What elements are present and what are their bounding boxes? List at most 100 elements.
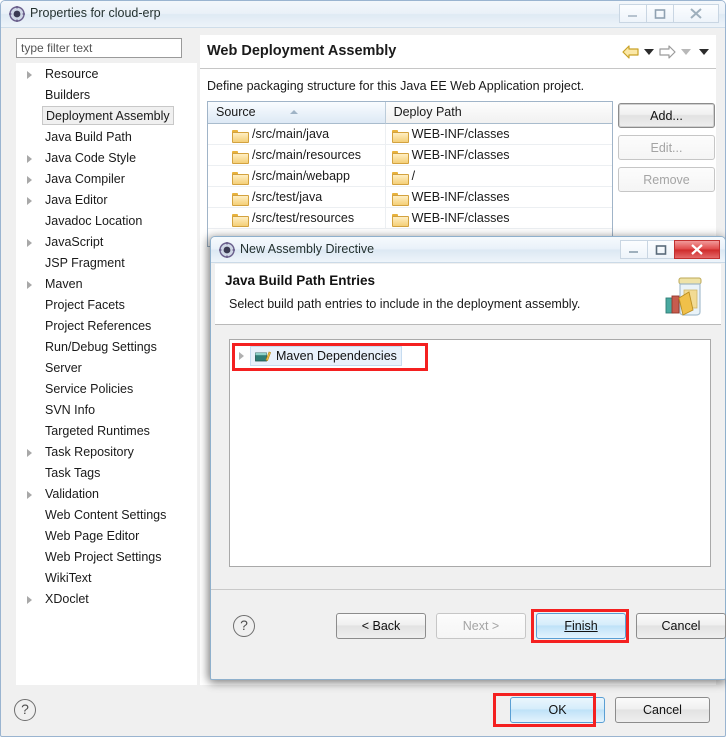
folder-icon [391,171,409,185]
sidebar-item-label: XDoclet [45,592,89,606]
cell-source-label: /src/main/java [252,127,330,141]
minimize-icon[interactable] [619,4,647,23]
sidebar-item-svn-info[interactable]: SVN Info [17,400,196,421]
sidebar-item-web-page-editor[interactable]: Web Page Editor [17,526,196,547]
chevron-right-icon[interactable] [27,71,32,79]
dialog-minimize-icon[interactable] [620,240,648,259]
properties-window-title: Properties for cloud-erp [30,6,161,20]
sidebar-item-label: Java Editor [45,193,108,207]
eclipse-properties-icon [9,6,25,22]
cell-deploy-path-label: WEB-INF/classes [411,127,510,141]
sidebar-item-java-compiler[interactable]: Java Compiler [17,169,196,190]
sidebar-item-task-tags[interactable]: Task Tags [17,463,196,484]
maximize-icon[interactable] [646,4,674,23]
sidebar-item-targeted-runtimes[interactable]: Targeted Runtimes [17,421,196,442]
chevron-right-icon[interactable] [27,491,32,499]
back-menu-chevron-down-icon[interactable] [644,49,654,55]
tree-item-label: Maven Dependencies [276,348,397,363]
preferences-tree[interactable]: Resource Builders Deployment Assembly Java … [16,63,197,685]
sidebar-item-web-content-settings[interactable]: Web Content Settings [17,505,196,526]
chevron-right-icon[interactable] [239,352,244,360]
sidebar-item-java-editor[interactable]: Java Editor [17,190,196,211]
sidebar-item-deployment-assembly[interactable]: Deployment Assembly [17,106,196,127]
table-row[interactable]: /src/main/java WEB-INF/classes [208,124,612,145]
dialog-window-controls [620,240,720,259]
folder-icon [391,129,409,143]
folder-icon [391,192,409,206]
view-menu-chevron-down-icon[interactable] [699,49,709,55]
forward-menu-chevron-down-icon [681,49,691,55]
dialog-maximize-icon[interactable] [647,240,675,259]
chevron-right-icon[interactable] [27,239,32,247]
dialog-titlebar[interactable]: New Assembly Directive [211,237,725,263]
dialog-help-question-icon[interactable]: ? [233,615,255,637]
back-button[interactable]: < Back [336,613,426,639]
properties-window-controls [619,4,719,23]
table-row[interactable]: /src/main/webapp / [208,166,612,187]
sidebar-item-run-debug-settings[interactable]: Run/Debug Settings [17,337,196,358]
cell-source-label: /src/test/resources [252,211,355,225]
properties-titlebar[interactable]: Properties for cloud-erp [1,1,725,28]
column-header-deploy-path-label: Deploy Path [393,105,462,119]
finish-button[interactable]: Finish [536,613,626,639]
forward-arrow-icon[interactable] [659,45,676,59]
table-row[interactable]: /src/test/resources WEB-INF/classes [208,208,612,229]
sidebar-item-service-policies[interactable]: Service Policies [17,379,196,400]
sidebar-item-java-code-style[interactable]: Java Code Style [17,148,196,169]
dialog-title: New Assembly Directive [240,242,375,256]
sidebar-item-label: Builders [45,88,91,102]
cell-deploy-path-label: WEB-INF/classes [411,190,510,204]
page-description: Define packaging structure for this Java… [207,79,585,93]
dialog-button-row: < Back Next > Finish Cancel [336,613,726,639]
table-row[interactable]: /src/main/resources WEB-INF/classes [208,145,612,166]
sidebar-item-label: Server [45,361,82,375]
dialog-cancel-button[interactable]: Cancel [636,613,726,639]
chevron-right-icon[interactable] [27,281,32,289]
chevron-right-icon[interactable] [27,155,32,163]
chevron-right-icon[interactable] [27,176,32,184]
sidebar-item-javadoc-location[interactable]: Javadoc Location [17,211,196,232]
chevron-right-icon[interactable] [27,197,32,205]
sidebar-item-maven[interactable]: Maven [17,274,196,295]
properties-cancel-button[interactable]: Cancel [615,697,710,723]
maven-dependencies-label-wrap[interactable]: Maven Dependencies [250,346,402,366]
sidebar-item-project-references[interactable]: Project References [17,316,196,337]
sidebar-item-resource[interactable]: Resource [17,64,196,85]
sidebar-item-xdoclet[interactable]: XDoclet [17,589,196,610]
sidebar-item-label: Targeted Runtimes [45,424,150,438]
assembly-table[interactable]: Source Deploy Path /src/main/java WEB-INF… [207,101,613,247]
add-button[interactable]: Add... [618,103,715,128]
tree-item-maven-dependencies[interactable]: Maven Dependencies [235,346,402,366]
sidebar-item-task-repository[interactable]: Task Repository [17,442,196,463]
table-row[interactable]: /src/test/java WEB-INF/classes [208,187,612,208]
finish-button-label: Finish [564,619,598,633]
sidebar-item-label: Javadoc Location [45,214,143,228]
column-header-source[interactable]: Source [208,102,386,124]
sidebar-item-wikitext[interactable]: WikiText [17,568,196,589]
chevron-right-icon[interactable] [27,449,32,457]
back-arrow-icon[interactable] [622,45,639,59]
build-path-entries-tree[interactable]: Maven Dependencies [229,339,711,567]
sidebar-item-label: Task Repository [45,445,134,459]
sidebar-item-label: Maven [45,277,83,291]
help-question-icon[interactable]: ? [14,699,36,721]
sidebar-item-java-build-path[interactable]: Java Build Path [17,127,196,148]
column-header-deploy-path[interactable]: Deploy Path [385,102,612,124]
filter-input[interactable] [16,38,182,58]
sidebar-item-web-project-settings[interactable]: Web Project Settings [17,547,196,568]
next-button-label: Next > [462,619,500,633]
dialog-close-icon[interactable] [674,240,720,259]
sidebar-item-validation[interactable]: Validation [17,484,196,505]
table-body: /src/main/java WEB-INF/classes/src/main/r… [208,124,612,229]
sidebar-item-project-facets[interactable]: Project Facets [17,295,196,316]
sidebar-item-jsp-fragment[interactable]: JSP Fragment [17,253,196,274]
ok-button[interactable]: OK [510,697,605,723]
sidebar-item-server[interactable]: Server [17,358,196,379]
sidebar-item-javascript[interactable]: JavaScript [17,232,196,253]
close-icon[interactable] [673,4,719,23]
sidebar-item-builders[interactable]: Builders [17,85,196,106]
sidebar-item-label: Java Compiler [45,172,125,186]
chevron-right-icon[interactable] [27,596,32,604]
next-button: Next > [436,613,526,639]
folder-icon [232,213,249,227]
